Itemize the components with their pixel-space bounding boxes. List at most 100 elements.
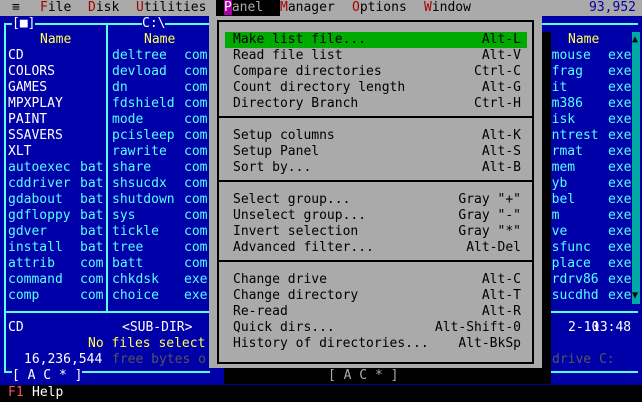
- left-col1-item-ext: bat: [80, 176, 104, 191]
- dropdown-item-shortcut: Ctrl-C: [474, 64, 521, 79]
- dropdown-item-invert-selection[interactable]: Invert selection Gray "*": [225, 224, 527, 240]
- left-col2-item-ext: com: [184, 144, 208, 159]
- menu-options[interactable]: Options: [352, 0, 407, 16]
- left-col1-item-name[interactable]: GAMES: [8, 80, 47, 96]
- left-col1-item-name[interactable]: autoexec: [8, 160, 71, 176]
- dropdown-item-shortcut: Alt-K: [481, 128, 521, 143]
- left-col2-item-ext: com: [184, 48, 208, 63]
- dropdown-item-history-of-directories[interactable]: History of directories... Alt-BkSp: [225, 336, 527, 352]
- left-col2-item-ext: com: [184, 224, 208, 239]
- left-col2-item-name[interactable]: devload: [112, 64, 167, 80]
- system-menu[interactable]: ≡: [12, 0, 20, 16]
- left-col2-item-ext: com: [184, 96, 208, 111]
- left-col1-item-ext: bat: [80, 160, 104, 175]
- left-col1-item-name[interactable]: gdver: [8, 224, 47, 240]
- right-panel-top-border: [540, 23, 638, 25]
- left-col1-item-name[interactable]: install: [8, 240, 63, 256]
- left-col2-item-ext: com: [184, 160, 208, 175]
- dropdown-item-shortcut: Alt-V: [481, 48, 521, 63]
- menu-manager[interactable]: Manager: [280, 0, 335, 16]
- left-col2-item-name[interactable]: share: [112, 160, 151, 176]
- menu-utilities[interactable]: Utilities: [136, 0, 206, 16]
- dropdown-item-label: Read file list: [233, 48, 343, 63]
- scroll-down-icon[interactable]: ▼: [632, 288, 639, 304]
- dropdown-item-label: History of directories...: [233, 336, 429, 351]
- center-panel-tabs[interactable]: [ A C * ]: [328, 368, 398, 384]
- left-col2-item-name[interactable]: choice: [112, 288, 159, 304]
- dropdown-item-label: Setup columns: [233, 128, 335, 143]
- menu-panel[interactable]: Panel: [216, 0, 280, 16]
- dropdown-item-change-directory[interactable]: Change directory Alt-T: [225, 288, 527, 304]
- dropdown-item-select-group[interactable]: Select group... Gray "+": [225, 192, 527, 208]
- dropdown-separator: [217, 116, 534, 118]
- left-col1-item-name[interactable]: command: [8, 272, 63, 288]
- left-col2-item-name[interactable]: shsucdx: [112, 176, 167, 192]
- right-col-item-ext: exe: [608, 192, 632, 207]
- menu-disk[interactable]: Disk: [88, 0, 119, 16]
- dropdown-item-compare-directories[interactable]: Compare directories Ctrl-C: [225, 64, 527, 80]
- dropdown-item-unselect-group[interactable]: Unselect group... Gray "-": [225, 208, 527, 224]
- left-col1-item-name[interactable]: XLT: [8, 144, 31, 160]
- dropdown-separator: [217, 180, 534, 182]
- dropdown-item-sort-by[interactable]: Sort by... Alt-B: [225, 160, 527, 176]
- left-col1-item-name[interactable]: comp: [8, 288, 39, 304]
- right-col-item-ext: exe: [608, 128, 632, 143]
- panel-dropdown-menu: Make list file... Alt-L Read file list Alt-…: [209, 16, 542, 368]
- left-col1-item-ext: bat: [80, 224, 104, 239]
- left-col2-item-name[interactable]: batt: [112, 256, 143, 272]
- left-panel-column-divider: [106, 23, 108, 311]
- left-panel-drive-indicator[interactable]: [■]: [12, 16, 36, 32]
- left-col2-item-name[interactable]: rawrite: [112, 144, 167, 160]
- left-col2-item-ext: com: [184, 192, 208, 207]
- dropdown-item-label: Change drive: [233, 272, 327, 287]
- left-col2-item-name[interactable]: dn: [112, 80, 128, 96]
- dropdown-item-change-drive[interactable]: Change drive Alt-C: [225, 272, 527, 288]
- dropdown-item-shortcut: Alt-Del: [466, 240, 521, 255]
- right-col-item-ext: exe: [608, 80, 632, 95]
- dropdown-item-label: Select group...: [233, 192, 351, 207]
- dropdown-item-re-read[interactable]: Re-read Alt-R: [225, 304, 527, 320]
- dropdown-item-shortcut: Alt-T: [481, 288, 521, 303]
- left-col1-item-name[interactable]: gdabout: [8, 192, 63, 208]
- left-col2-item-name[interactable]: shutdown: [112, 192, 175, 208]
- left-col2-item-name[interactable]: tree: [112, 240, 143, 256]
- left-col1-item-name[interactable]: gdfloppy: [8, 208, 71, 224]
- menu-file[interactable]: File: [40, 0, 71, 16]
- dropdown-item-setup-panel[interactable]: Setup Panel Alt-S: [225, 144, 527, 160]
- left-panel-left-border: [4, 23, 6, 373]
- f1-help-button[interactable]: Help: [32, 385, 63, 401]
- left-col2-header: Name: [144, 32, 176, 47]
- left-col1-header: Name: [40, 32, 72, 47]
- left-col1-item-name[interactable]: CD: [8, 48, 24, 64]
- left-col2-item-name[interactable]: tickle: [112, 224, 159, 240]
- left-col2-item-name[interactable]: chkdsk: [112, 272, 159, 288]
- dropdown-item-make-list-file[interactable]: Make list file... Alt-L: [225, 32, 527, 48]
- left-col2-item-name[interactable]: mode: [112, 112, 143, 128]
- left-panel-tabs[interactable]: [ A C * ]: [12, 368, 83, 384]
- menu-window[interactable]: Window: [424, 0, 471, 16]
- dropdown-item-quick-dirs[interactable]: Quick dirs... Alt-Shift-0: [225, 320, 527, 336]
- dropdown-item-advanced-filter[interactable]: Advanced filter... Alt-Del: [225, 240, 527, 256]
- left-col1-item-name[interactable]: PAINT: [8, 112, 47, 128]
- left-col1-item-name[interactable]: attrib: [8, 256, 55, 272]
- left-col1-item-name[interactable]: COLORS: [8, 64, 55, 80]
- left-col1-item-name[interactable]: cddriver: [8, 176, 71, 192]
- right-status-time: 13:48: [592, 320, 632, 335]
- dropdown-item-directory-branch[interactable]: Directory Branch Ctrl-H: [225, 96, 527, 112]
- left-panel-path: C:\: [142, 16, 166, 32]
- dropdown-item-label: Change directory: [233, 288, 359, 303]
- left-col1-item-ext: com: [80, 288, 104, 303]
- scroll-up-icon[interactable]: ▲: [632, 32, 639, 48]
- dropdown-item-setup-columns[interactable]: Setup columns Alt-K: [225, 128, 527, 144]
- left-col2-item-name[interactable]: sys: [112, 208, 135, 224]
- left-col1-item-name[interactable]: MPXPLAY: [8, 96, 63, 112]
- left-col1-item-ext: bat: [80, 240, 104, 255]
- left-col2-item-name[interactable]: pcisleep: [112, 128, 175, 144]
- left-col2-item-name[interactable]: fdshield: [112, 96, 175, 112]
- right-scrollbar[interactable]: [632, 32, 640, 304]
- left-col2-item-name[interactable]: deltree: [112, 48, 167, 64]
- dropdown-item-label: Unselect group...: [233, 208, 367, 223]
- left-col1-item-name[interactable]: SSAVERS: [8, 128, 63, 144]
- dropdown-item-count-directory-length[interactable]: Count directory length Alt-G: [225, 80, 527, 96]
- dropdown-item-read-file-list[interactable]: Read file list Alt-V: [225, 48, 527, 64]
